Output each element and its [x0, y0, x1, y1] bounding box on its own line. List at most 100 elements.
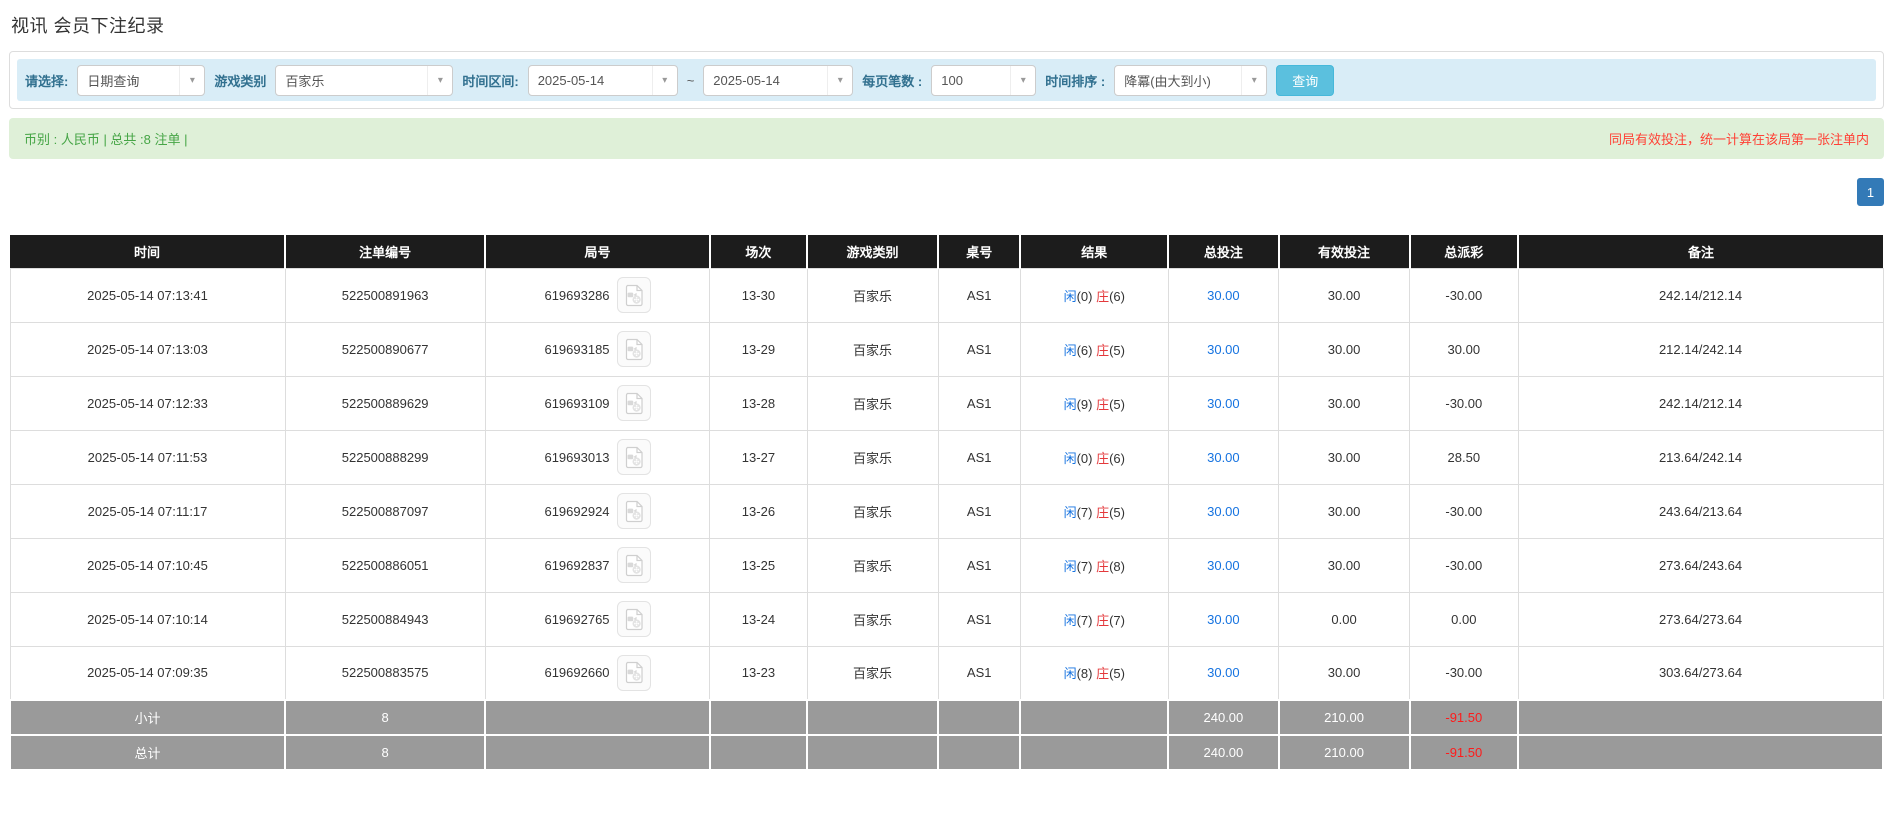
player-score: (0) — [1076, 288, 1097, 304]
chevron-down-icon: ▾ — [827, 65, 852, 95]
player-result: 闲 — [1063, 396, 1077, 412]
totals-cell — [1517, 699, 1884, 736]
cell-bet-number: 522500888299 — [284, 429, 486, 485]
cell-game-type: 百家乐 — [806, 321, 939, 377]
player-score: (7) — [1076, 504, 1097, 520]
player-result: 闲 — [1063, 666, 1077, 682]
video-replay-button[interactable] — [616, 601, 651, 637]
player-score: (7) — [1076, 612, 1097, 628]
column-header: 注单编号 — [285, 235, 487, 268]
cell-round-number: 619693013 — [484, 429, 711, 485]
cell-payout: -30.00 — [1409, 267, 1519, 323]
total-bet-link[interactable]: 30.00 — [1207, 288, 1240, 303]
round-number-text: 619692837 — [544, 557, 610, 573]
page-1-button[interactable]: 1 — [1857, 178, 1884, 206]
player-score: (7) — [1076, 558, 1097, 574]
cell-round-number: 619692837 — [484, 537, 711, 593]
totals-cell — [1517, 734, 1884, 771]
game-type-select[interactable]: 百家乐 ▾ — [275, 64, 454, 96]
banker-result: 庄 — [1096, 558, 1110, 574]
video-replay-button[interactable] — [616, 493, 651, 529]
banker-score: (7) — [1109, 612, 1125, 628]
cell-table-code: AS1 — [937, 375, 1021, 431]
video-replay-button[interactable] — [616, 439, 651, 475]
chevron-down-icon: ▾ — [179, 65, 204, 95]
column-header: 场次 — [709, 235, 809, 268]
total-bet-link[interactable]: 30.00 — [1207, 612, 1240, 627]
video-replay-button[interactable] — [616, 277, 651, 313]
banker-score: (5) — [1109, 504, 1125, 520]
round-number-text: 619693286 — [544, 287, 610, 303]
cell-result: 闲(7) 庄(5) — [1019, 483, 1169, 539]
cell-time: 2025-05-14 07:11:53 — [9, 429, 286, 485]
cell-valid-bet: 30.00 — [1278, 375, 1411, 431]
totals-cell: 240.00 — [1167, 734, 1280, 771]
banker-result: 庄 — [1096, 450, 1110, 466]
totals-cell: 210.00 — [1277, 699, 1411, 736]
banker-score: (5) — [1109, 342, 1125, 358]
cell-table-code: AS1 — [937, 537, 1021, 593]
cell-time: 2025-05-14 07:12:33 — [9, 375, 286, 431]
cell-session: 13-30 — [709, 267, 808, 323]
totals-cell: 240.00 — [1167, 699, 1280, 736]
page-size-value: 100 — [941, 72, 963, 88]
cell-total-bet: 30.00 — [1167, 267, 1280, 323]
cell-round-number: 619693286 — [484, 267, 711, 323]
totals-cell — [1019, 699, 1170, 736]
cell-session: 13-27 — [709, 429, 808, 485]
round-number-text: 619692765 — [544, 611, 610, 627]
video-replay-button[interactable] — [616, 331, 651, 367]
video-file-icon — [625, 554, 643, 576]
player-result: 闲 — [1063, 450, 1077, 466]
cell-session: 13-28 — [709, 375, 808, 431]
player-result: 闲 — [1063, 612, 1077, 628]
cell-remark: 243.64/213.64 — [1517, 483, 1884, 539]
query-mode-select[interactable]: 日期查询 ▾ — [77, 64, 206, 96]
totals-cell — [806, 699, 940, 736]
cell-game-type: 百家乐 — [806, 483, 939, 539]
banker-score: (5) — [1109, 666, 1125, 682]
player-score: (0) — [1076, 450, 1097, 466]
cell-remark: 242.14/212.14 — [1517, 267, 1884, 323]
total-bet-link[interactable]: 30.00 — [1207, 558, 1240, 573]
cell-game-type: 百家乐 — [806, 591, 939, 647]
query-mode-label: 请选择: — [25, 73, 69, 89]
subtotal-row: 小计 8 240.00 210.00 -91.50 — [8, 699, 1884, 736]
cell-bet-number: 522500883575 — [284, 645, 486, 701]
time-sort-select[interactable]: 降冪(由大到小) ▾ — [1114, 64, 1268, 96]
cell-valid-bet: 30.00 — [1278, 267, 1411, 323]
query-button[interactable]: 查询 — [1276, 64, 1335, 96]
total-bet-link[interactable]: 30.00 — [1207, 396, 1240, 411]
column-header: 总派彩 — [1409, 235, 1520, 268]
total-bet-link[interactable]: 30.00 — [1207, 504, 1240, 519]
total-bet-link[interactable]: 30.00 — [1207, 665, 1240, 680]
cell-round-number: 619692660 — [484, 645, 711, 701]
video-file-icon — [625, 392, 643, 414]
page-size-label: 每页笔数 : — [862, 73, 923, 89]
bet-record-row: 2025-05-14 07:11:53 522500888299 619693013… — [9, 429, 1884, 485]
cell-game-type: 百家乐 — [806, 537, 939, 593]
cell-total-bet: 30.00 — [1167, 645, 1280, 701]
cell-total-bet: 30.00 — [1167, 537, 1280, 593]
chevron-down-icon: ▾ — [1010, 65, 1035, 95]
bet-record-row: 2025-05-14 07:12:33 522500889629 619693109… — [9, 375, 1884, 431]
video-file-icon — [625, 284, 643, 306]
cell-session: 13-24 — [709, 591, 808, 647]
totals-cell: 210.00 — [1277, 734, 1411, 771]
date-from-select[interactable]: 2025-05-14 ▾ — [527, 64, 678, 96]
video-replay-button[interactable] — [616, 385, 651, 421]
date-to-select[interactable]: 2025-05-14 ▾ — [703, 64, 854, 96]
cell-table-code: AS1 — [937, 429, 1021, 485]
cell-remark: 213.64/242.14 — [1517, 429, 1884, 485]
chevron-down-icon: ▾ — [651, 65, 677, 95]
video-replay-button[interactable] — [616, 654, 651, 691]
date-to-value: 2025-05-14 — [713, 72, 780, 88]
column-header: 游戏类别 — [807, 235, 940, 268]
page-size-select[interactable]: 100 ▾ — [931, 64, 1037, 96]
chevron-down-icon: ▾ — [427, 65, 452, 95]
total-bet-link[interactable]: 30.00 — [1207, 450, 1240, 465]
video-replay-button[interactable] — [616, 547, 651, 583]
column-header: 总投注 — [1168, 235, 1280, 268]
bet-record-row: 2025-05-14 07:11:17 522500887097 619692924… — [9, 483, 1884, 539]
total-bet-link[interactable]: 30.00 — [1207, 342, 1240, 357]
